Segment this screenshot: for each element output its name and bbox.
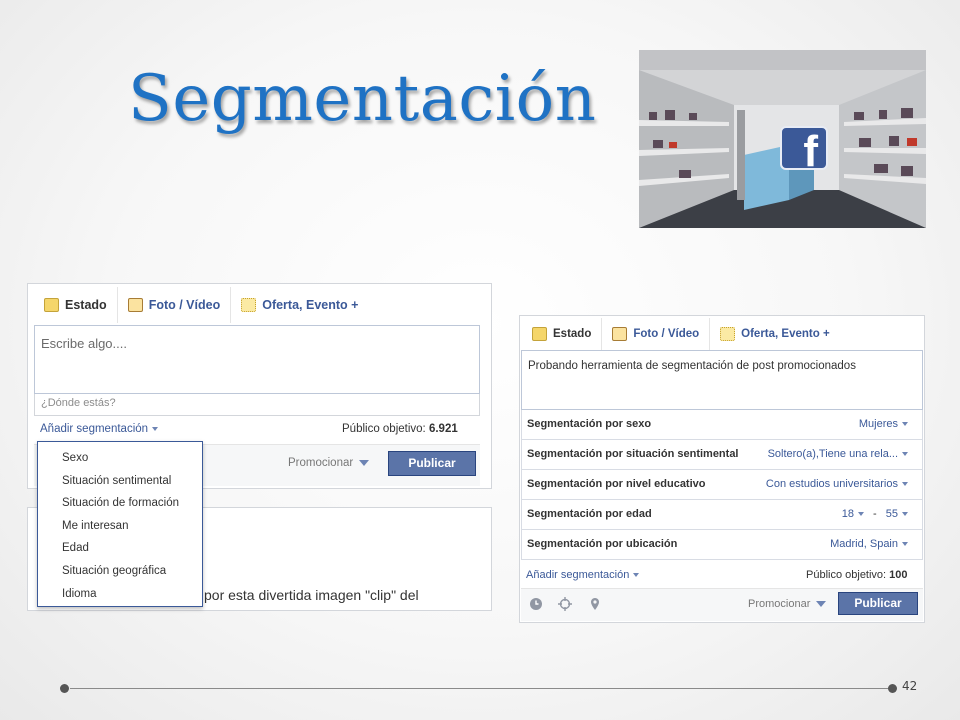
age-range: 18 - 55 [842,508,908,520]
page-number: 42 [902,679,918,693]
row-label: Segmentación por ubicación [527,538,678,550]
segmentation-row-educativo: Segmentación por nivel educativo Con est… [521,470,923,500]
clock-icon[interactable] [529,597,543,611]
right-tab-estado[interactable]: Estado [522,318,603,350]
photo-icon [612,327,628,341]
footer-line [70,688,888,689]
tab-label: Estado [65,298,107,312]
location-pin-icon[interactable] [588,597,602,611]
tab-label: Foto / Vídeo [148,298,221,312]
left-audience: Público objetivo: 6.921 [342,423,470,435]
audience-value: 100 [889,569,908,581]
caret-down-icon [816,601,827,608]
right-audience: Público objetivo: 100 [806,569,908,581]
audience-label: Público objetivo: [806,569,887,581]
dropdown-item-situacion-geografica[interactable]: Situación geográfica [38,560,202,583]
add-segmentation-label: Añadir segmentación [526,569,630,581]
left-add-segmentation-link[interactable]: Añadir segmentación [40,423,159,435]
tab-label: Foto / Vídeo [633,328,700,340]
right-tab-foto-video[interactable]: Foto / Vídeo [602,318,711,350]
right-composer-tabs: Estado Foto / Vídeo Oferta, Evento + [522,318,840,350]
dropdown-item-situacion-formacion[interactable]: Situación de formación [38,492,202,515]
footer-bullet-right [888,684,897,693]
slide-title: Segmentación [128,62,597,136]
status-icon [532,327,547,341]
left-publish-button[interactable]: Publicar [388,451,476,476]
caret-down-icon [902,482,908,487]
offer-icon [720,327,736,341]
row-label: Segmentación por situación sentimental [527,448,739,460]
tab-label: Estado [553,328,592,340]
offer-icon [241,298,257,312]
left-promote-dropdown[interactable]: Promocionar [288,457,370,469]
segmentation-row-ubicacion: Segmentación por ubicación Madrid, Spain [521,530,923,560]
dropdown-item-idioma[interactable]: Idioma [38,583,202,606]
segmentation-row-sentimental: Segmentación por situación sentimental S… [521,440,923,470]
tab-label: Oferta, Evento + [741,328,830,340]
right-publish-button[interactable]: Publicar [838,592,918,615]
status-icon [44,298,59,312]
tab-label: Oferta, Evento + [262,298,359,312]
caret-down-icon [902,422,908,427]
caret-down-icon [902,452,908,457]
dropdown-item-situacion-sentimental[interactable]: Situación sentimental [38,470,202,493]
row-select[interactable]: Soltero(a),Tiene una rela... [768,448,908,460]
row-label: Segmentación por edad [527,508,652,520]
dropdown-item-edad[interactable]: Edad [38,537,202,560]
target-icon[interactable] [558,597,572,611]
left-status-input[interactable]: Escribe algo.... [34,325,480,394]
left-location-input[interactable]: ¿Dónde estás? [34,394,480,416]
dropdown-item-me-interesan[interactable]: Me interesan [38,515,202,538]
promote-label: Promocionar [288,457,354,469]
audience-value: 6.921 [428,423,458,435]
caret-down-icon [633,573,640,578]
left-tab-estado[interactable]: Estado [34,287,118,323]
add-segmentation-label: Añadir segmentación [40,423,149,435]
caret-down-icon [857,512,864,517]
caret-down-icon [152,426,159,431]
footer-bullet-left [60,684,69,693]
photo-icon [127,298,143,312]
right-promote-dropdown[interactable]: Promocionar [748,598,827,610]
segmentation-row-sexo: Segmentación por sexo Mujeres [521,410,923,440]
right-add-segmentation-link[interactable]: Añadir segmentación [526,569,640,581]
caret-down-icon [359,459,370,466]
left-tab-foto-video[interactable]: Foto / Vídeo [118,287,232,323]
caret-down-icon [902,542,908,547]
facebook-logo-icon: f [780,126,828,170]
age-to-select[interactable]: 55 [886,508,908,520]
row-select[interactable]: Madrid, Spain [830,538,908,550]
dropdown-item-sexo[interactable]: Sexo [38,447,202,470]
audience-label: Público objetivo: [342,423,426,435]
age-separator: - [873,508,877,520]
right-tab-oferta-evento[interactable]: Oferta, Evento + [710,318,840,350]
background-post-text: por esta divertida imagen "clip" del [204,587,419,603]
row-select[interactable]: Con estudios universitarios [766,478,908,490]
segmentation-row-edad: Segmentación por edad 18 - 55 [521,500,923,530]
right-status-input[interactable]: Probando herramienta de segmentación de … [521,350,923,410]
left-composer-tabs: Estado Foto / Vídeo Oferta, Evento + [34,287,368,323]
row-label: Segmentación por sexo [527,418,652,430]
row-select[interactable]: Mujeres [859,418,908,430]
left-tab-oferta-evento[interactable]: Oferta, Evento + [231,287,368,323]
promote-label: Promocionar [748,598,811,610]
caret-down-icon [902,512,908,517]
age-from-select[interactable]: 18 [842,508,864,520]
row-label: Segmentación por nivel educativo [527,478,706,490]
segmentation-dropdown-menu: Sexo Situación sentimental Situación de … [37,441,203,607]
